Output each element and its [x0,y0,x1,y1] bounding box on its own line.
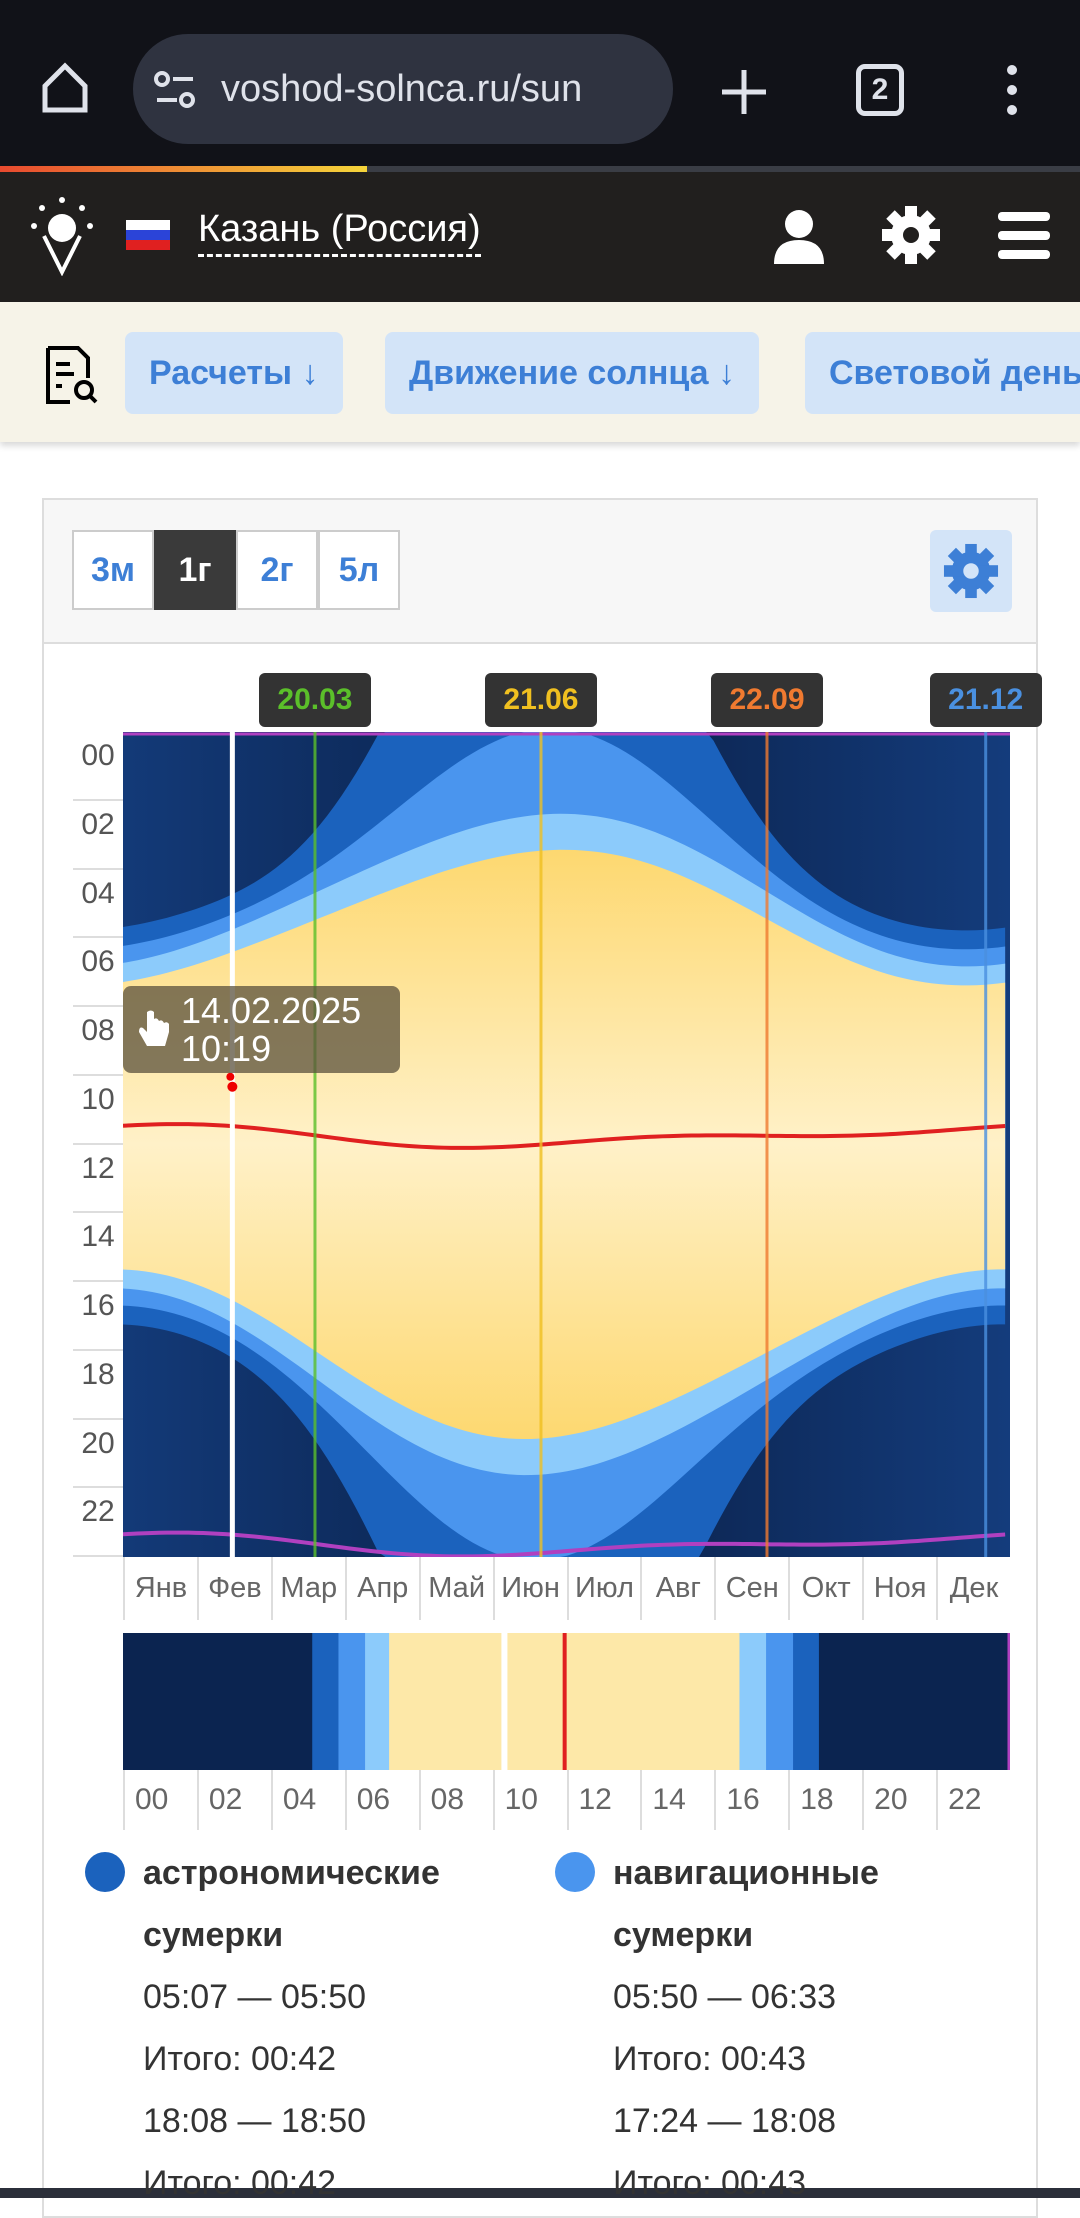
night-segment [123,1633,313,1770]
hour-label: 04 [270,1770,345,1830]
y-tick-label: 10 [73,1076,123,1145]
hour-label: 00 [123,1770,197,1830]
legend-name: астрономические [143,1854,440,1892]
y-tick-label: 14 [73,1213,123,1282]
month-label: Апр [344,1557,419,1620]
range-5y-button[interactable]: 5л [318,530,400,610]
y-tick-label: 00 [73,732,123,801]
hour-label: 20 [862,1770,936,1830]
tooltip-date: 14.02.2025 [181,990,362,1031]
hour-label: 14 [640,1770,714,1830]
hour-label: 08 [418,1770,493,1830]
legend-evening: 18:08 — 18:50 [143,2102,367,2140]
home-icon[interactable] [40,62,90,114]
tabs-icon[interactable]: 2 [856,64,904,116]
season-marker-label: 21.12 [929,673,1042,727]
browser-toolbar: voshod-solnca.ru/sun 2 [0,0,1080,168]
y-tick-label: 02 [73,801,123,870]
legend-total1: Итого: 00:43 [613,2040,807,2078]
month-label: Фев [196,1557,271,1620]
season-marker-label: 20.03 [258,673,371,727]
month-label: Мар [270,1557,345,1620]
range-2y-button[interactable]: 2г [236,530,318,610]
month-label: Май [418,1557,493,1620]
current-time-point [227,1081,238,1092]
nav-daylight[interactable]: Световой день [805,332,1080,414]
month-label: Янв [123,1557,197,1620]
y-tick-label: 04 [73,870,123,939]
month-label: Окт [788,1557,862,1620]
url-bar[interactable]: voshod-solnca.ru/sun [133,34,673,144]
logo-sun-pin-icon[interactable] [30,196,94,276]
section-nav: Расчеты ↓ Движение солнца ↓ Световой ден… [0,302,1080,442]
legend-name: навигационные [613,1854,879,1892]
chart-tooltip: 14.02.2025 10:19 [123,986,400,1073]
legend-morning: 05:07 — 05:50 [143,1978,367,2016]
month-label: Сен [714,1557,788,1620]
legend-name2: сумерки [143,1916,284,1954]
range-3m-button[interactable]: 3м [72,530,154,610]
hour-label: 22 [936,1770,1010,1830]
menu-icon[interactable] [998,212,1050,260]
month-label: Июл [566,1557,641,1620]
y-tick-label: 18 [73,1351,123,1420]
y-tick-label: 08 [73,1007,123,1076]
gear-icon [943,543,999,599]
legend-morning: 05:50 — 06:33 [613,1978,837,2016]
new-tab-icon[interactable] [720,68,768,116]
astronomical-segment [793,1633,820,1770]
year-daylight-chart[interactable] [123,732,1010,1557]
legend-total1: Итого: 00:42 [143,2040,337,2078]
night-segment [818,1633,1010,1770]
hour-label: 02 [196,1770,271,1830]
current-time-point [226,1072,235,1081]
chart-settings-button[interactable] [930,530,1012,612]
y-tick-label: 12 [73,1145,123,1214]
civil-segment [365,1633,390,1770]
tooltip-time: 10:19 [181,1028,272,1069]
month-label: Июн [492,1557,567,1620]
season-marker-label: 22.09 [710,673,823,727]
season-marker-label: 21.06 [484,673,597,727]
legend-total2: Итого: 00:43 [613,2164,807,2202]
site-header: Казань (Россия) [0,172,1080,302]
hour-label: 12 [566,1770,641,1830]
hour-label: 06 [344,1770,419,1830]
month-label: Авг [640,1557,714,1620]
nautical-segment [338,1633,366,1770]
legend-evening: 17:24 — 18:08 [613,2102,837,2140]
site-settings-icon[interactable] [153,70,197,110]
day-timeline-bar[interactable] [123,1633,1010,1770]
user-icon[interactable] [772,208,826,264]
hour-label: 10 [492,1770,567,1830]
month-label: Дек [936,1557,1010,1620]
astronomical-segment [312,1633,339,1770]
nav-calculations[interactable]: Расчеты ↓ [125,332,343,414]
nautical-segment [766,1633,794,1770]
y-tick-label: 20 [73,1420,123,1489]
civil-segment [739,1633,767,1770]
hour-label: 16 [714,1770,788,1830]
month-label: Ноя [862,1557,936,1620]
legend-name2: сумерки [613,1916,754,1954]
y-tick-label: 06 [73,938,123,1007]
legend-color-dot [85,1852,125,1892]
y-tick-label: 22 [73,1488,123,1557]
nav-sun-movement[interactable]: Движение солнца ↓ [385,332,760,414]
legend-total2: Итого: 00:42 [143,2164,337,2202]
gear-icon[interactable] [882,206,940,264]
hour-label: 18 [788,1770,862,1830]
hand-pointer-icon [139,1010,169,1046]
y-tick-label: 16 [73,1282,123,1351]
range-1y-button[interactable]: 1г [154,530,236,610]
more-vert-icon[interactable] [1000,64,1024,116]
city-selector[interactable]: Казань (Россия) [198,204,481,257]
flag-russia-icon [126,220,170,250]
chart-controls: 3м 1г 2г 5л [44,500,1036,644]
report-search-icon[interactable] [44,344,100,406]
legend-color-dot [555,1852,595,1892]
